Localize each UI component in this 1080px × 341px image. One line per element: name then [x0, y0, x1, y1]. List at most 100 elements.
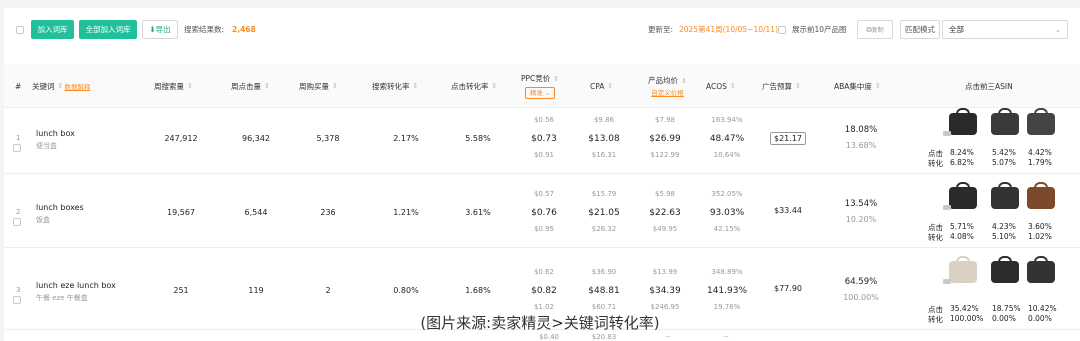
row-checkbox[interactable]: [13, 144, 21, 152]
ppc-match-select[interactable]: 精准 ⌄: [524, 87, 556, 99]
aba-value: 18.08%: [844, 125, 878, 135]
search-cvr-value: 0.80%: [393, 286, 419, 295]
aba-sub-value: 100.00%: [843, 293, 879, 302]
asin-conversion-rate: 4.08%: [950, 232, 974, 241]
sort-icon[interactable]: ⇕: [58, 82, 64, 90]
budget-value: $21.17: [766, 132, 810, 145]
budget-badge: $33.44: [774, 206, 802, 215]
keyword-text[interactable]: lunch eze lunch box: [36, 281, 116, 290]
sort-icon[interactable]: ⇕: [730, 82, 736, 90]
match-mode-select[interactable]: 全部 ⌄: [942, 20, 1068, 39]
add-to-library-button[interactable]: 加入词库: [31, 20, 74, 39]
search-cvr-value: 1.21%: [393, 208, 419, 217]
weekly-clicks-value: 6,544: [244, 208, 268, 217]
sort-icon[interactable]: ⇕: [413, 82, 419, 90]
add-all-to-library-button[interactable]: 全部加入词库: [79, 20, 137, 39]
ppc-low: $0.95: [533, 225, 555, 233]
product-thumbnail[interactable]: [988, 181, 1022, 211]
product-thumbnail[interactable]: [988, 255, 1022, 285]
updated-week[interactable]: 2025第41周(10/05~10/11): [679, 20, 778, 39]
conversion-label: 转化: [928, 159, 943, 168]
sort-icon[interactable]: ⇕: [187, 82, 193, 90]
ppc-match-value: 精准: [529, 89, 543, 97]
container-shape: [943, 131, 951, 136]
cpa-high: $15.79: [591, 190, 617, 198]
col-weekly-clicks-label: 周点击量: [231, 81, 261, 91]
col-weekly-search-label: 周搜索量: [154, 81, 184, 91]
keyword-text[interactable]: lunch box: [36, 129, 75, 138]
budget-badge: $77.90: [774, 284, 802, 293]
product-thumbnail[interactable]: [1024, 255, 1058, 285]
cpa-low: $20.83: [591, 333, 617, 341]
product-thumbnail[interactable]: [1024, 181, 1058, 211]
ppc-low: $0.91: [533, 151, 555, 159]
col-acos-label: ACOS: [706, 81, 727, 91]
col-avg-price-label: 产品均价: [648, 76, 678, 85]
sort-icon[interactable]: ⇕: [607, 82, 613, 90]
asin-conversion-rate: 1.79%: [1028, 158, 1052, 167]
top3-asin-cell: 8.24% 6.82% 5.42% 5.07% 4.42% 1.79% 点击 转化: [928, 104, 1078, 170]
result-count-label: 搜索结果数:: [184, 25, 225, 34]
price-high: $246.95: [650, 303, 680, 311]
custom-price-link[interactable]: 自定义价格: [651, 87, 684, 97]
acos-high: 352.05%: [711, 190, 743, 198]
bag-handle-shape: [956, 256, 970, 264]
show-top10-checkbox[interactable]: [778, 26, 786, 34]
product-thumbnail[interactable]: [943, 181, 980, 211]
price-avg: $34.39: [649, 286, 681, 296]
price-avg: $26.99: [649, 134, 681, 144]
acos-low: 19.76%: [713, 303, 741, 311]
acos-mid: 93.03%: [709, 208, 745, 218]
keyword-table-panel: 加入词库 全部加入词库 ⬇导出 搜索结果数: 2,468 更新至: 2025第4…: [4, 8, 1080, 341]
bag-handle-shape: [1034, 182, 1048, 190]
bag-handle-shape: [956, 182, 970, 190]
ppc-high: $0.57: [533, 190, 555, 198]
lunch-bag-image: [949, 187, 977, 209]
container-shape: [943, 205, 951, 210]
sort-icon[interactable]: ⇕: [875, 82, 881, 90]
row-checkbox[interactable]: [13, 218, 21, 226]
cpa-high: $36.90: [591, 268, 617, 276]
budget-value: $33.44: [766, 206, 810, 215]
cpa-low: $26.32: [591, 225, 617, 233]
export-button[interactable]: ⬇导出: [142, 20, 178, 39]
sort-icon[interactable]: ⇕: [332, 82, 338, 90]
row-index: 1: [16, 134, 21, 142]
row-checkbox[interactable]: [13, 296, 21, 304]
ctr-value: 1.68%: [465, 286, 491, 295]
sort-icon[interactable]: ⇕: [681, 77, 687, 85]
ppc-low: $1.02: [533, 303, 555, 311]
weekly-clicks-value: 119: [248, 286, 264, 295]
ppc-high: $0.56: [533, 116, 555, 124]
weekly-purchase-value: 236: [320, 208, 336, 217]
updated-label: 更新至:: [648, 25, 674, 34]
product-thumbnail[interactable]: [943, 255, 980, 285]
asin-click-rate: 8.24%: [950, 148, 974, 157]
table-row: 1 lunch box 便当盒 247,912 96,342 5,378 2.1…: [4, 100, 1080, 174]
asin-click-rate: 5.42%: [992, 148, 1016, 157]
cpa-mid: $21.05: [588, 208, 620, 218]
sort-icon[interactable]: ⇕: [264, 82, 270, 90]
lunch-bag-image: [1027, 113, 1055, 135]
acos-mid: 48.47%: [709, 134, 745, 144]
row-index: 2: [16, 208, 21, 216]
acos-high: 348.89%: [711, 268, 743, 276]
sort-icon[interactable]: ⇕: [795, 82, 801, 90]
product-thumbnail[interactable]: [988, 107, 1022, 137]
product-thumbnail[interactable]: [1024, 107, 1058, 137]
col-keyword-label: 关键词: [32, 81, 55, 91]
asin-click-rate: 5.71%: [950, 222, 974, 231]
col-cpa-label: CPA: [590, 81, 605, 91]
sort-icon[interactable]: ⇕: [553, 75, 559, 83]
product-thumbnail[interactable]: [943, 107, 980, 137]
data-explain-link[interactable]: 数据解释: [64, 81, 90, 91]
lunch-bag-image: [991, 187, 1019, 209]
asin-click-rate: 4.42%: [1028, 148, 1052, 157]
copy-button[interactable]: ⧉复制: [857, 20, 893, 39]
match-mode-label: 匹配模式: [900, 20, 940, 39]
keyword-text[interactable]: lunch boxes: [36, 203, 84, 212]
sort-icon[interactable]: ⇕: [492, 82, 498, 90]
asin-click-rate: 4.23%: [992, 222, 1016, 231]
select-all-checkbox[interactable]: [16, 26, 24, 34]
weekly-purchase-value: 5,378: [316, 134, 340, 143]
